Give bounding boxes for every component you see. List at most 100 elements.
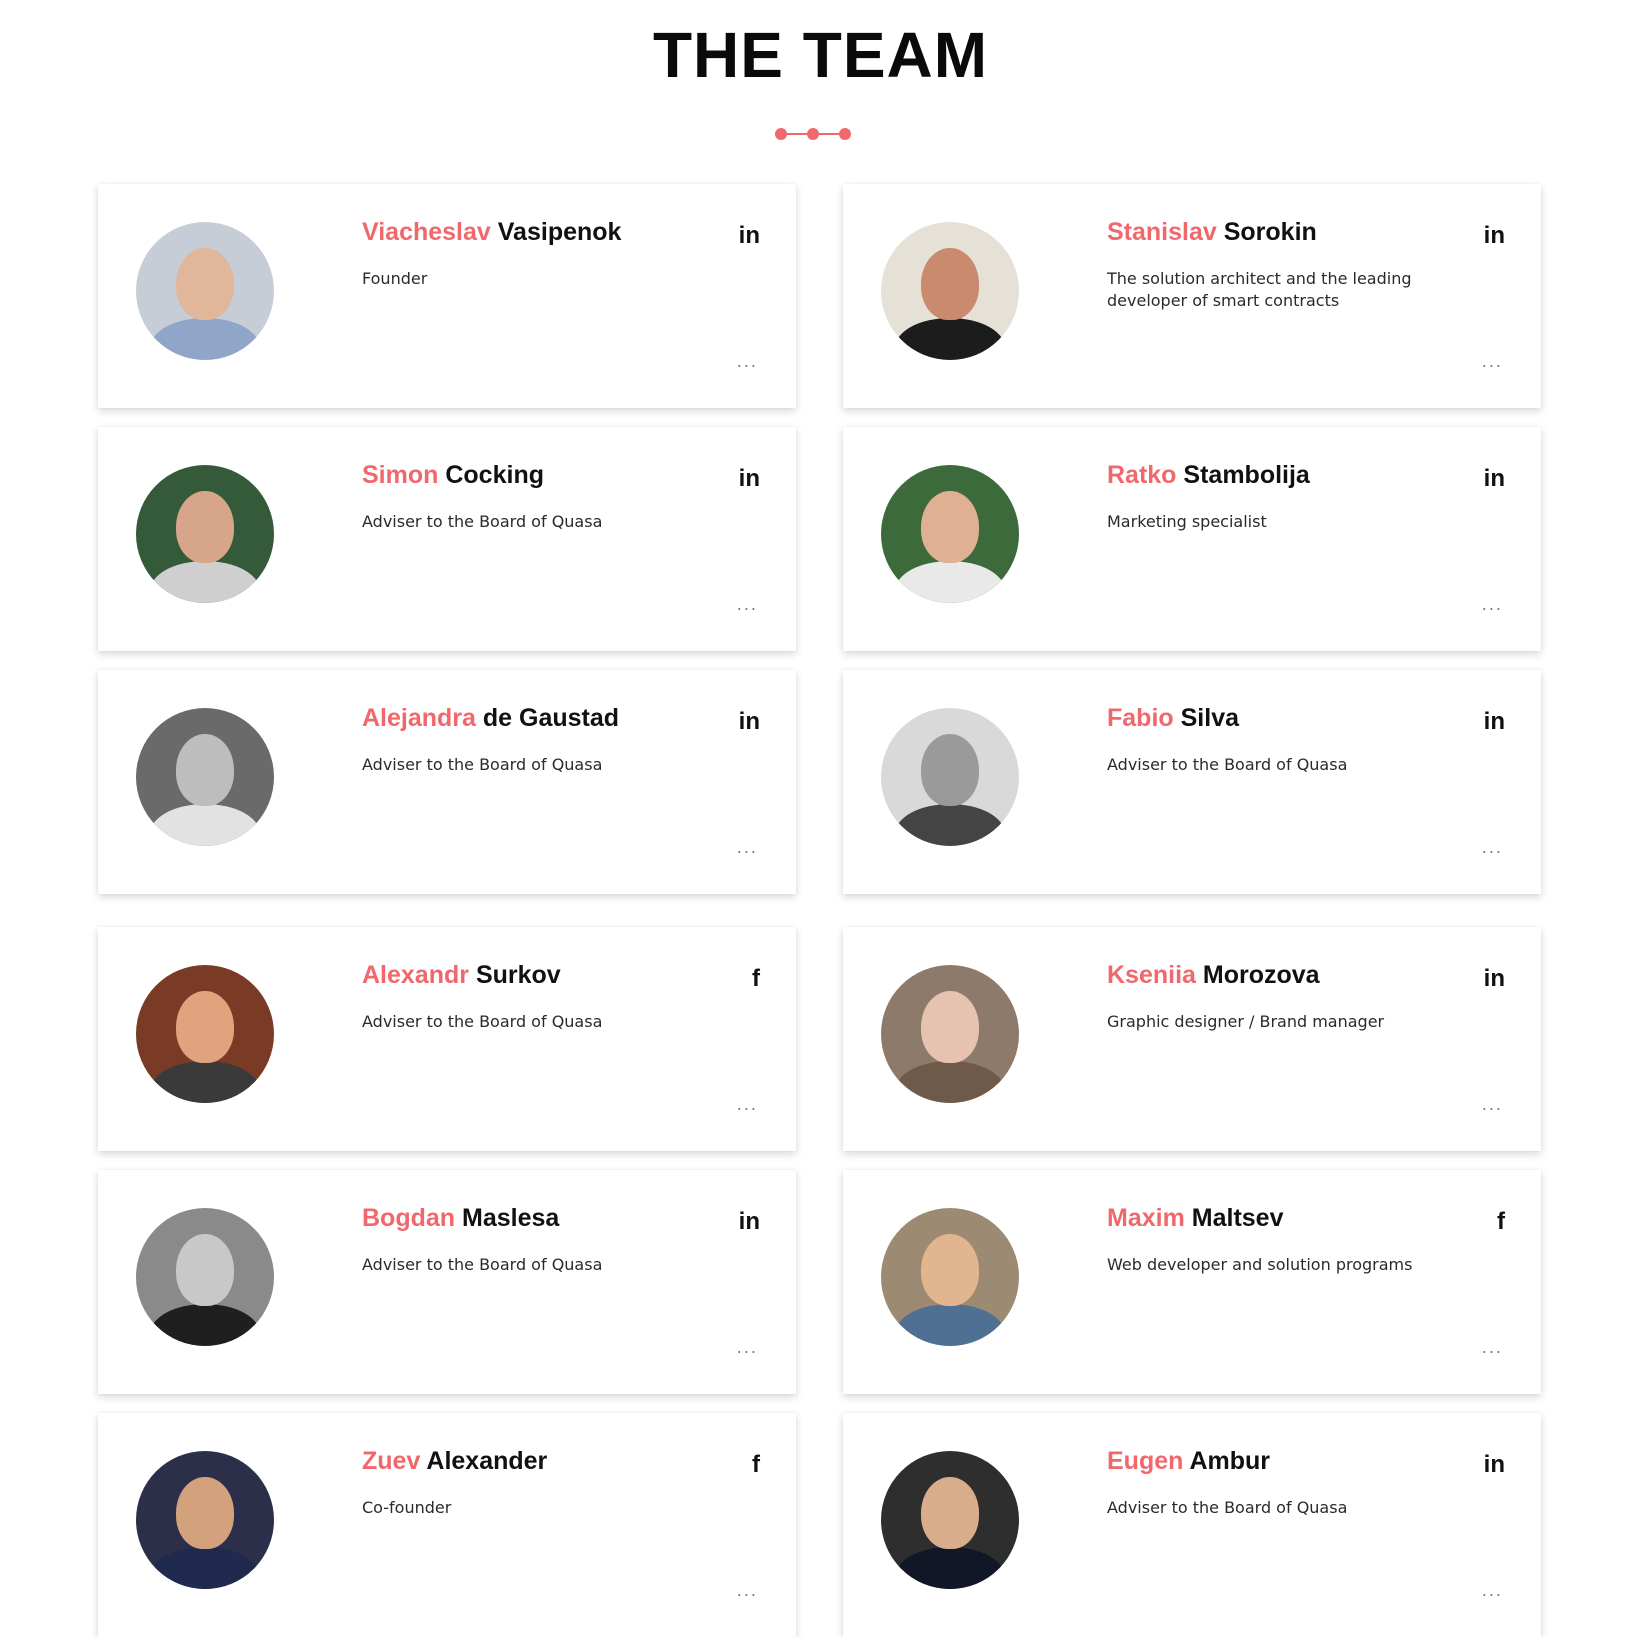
member-first-name: Zuev xyxy=(362,1447,421,1475)
member-first-name: Eugen xyxy=(1107,1447,1184,1475)
member-role: Founder xyxy=(362,269,428,288)
title-divider xyxy=(775,124,855,144)
more-options-icon[interactable]: ... xyxy=(737,1095,758,1114)
more-options-icon[interactable]: ... xyxy=(1482,1095,1503,1114)
more-options-icon[interactable]: ... xyxy=(737,595,758,614)
member-first-name: Kseniia xyxy=(1107,961,1196,989)
facebook-icon[interactable]: f xyxy=(1497,1208,1505,1236)
page-title: THE TEAM xyxy=(652,19,989,91)
photo-body xyxy=(895,1547,1005,1589)
member-first-name: Alejandra xyxy=(362,704,476,732)
facebook-icon[interactable]: f xyxy=(752,1451,760,1479)
more-options-icon[interactable]: ... xyxy=(1482,352,1503,371)
member-role: Co-founder xyxy=(362,1498,452,1517)
member-last-name: Silva xyxy=(1180,704,1239,732)
linkedin-icon[interactable]: in xyxy=(739,465,760,493)
linkedin-icon[interactable]: in xyxy=(739,708,760,736)
member-first-name: Viacheslav xyxy=(362,218,491,246)
member-role: The solution architect and the leading d… xyxy=(1107,269,1412,310)
team-card: Viacheslav Vasipenok Founder in ... xyxy=(98,184,796,408)
member-last-name: Stambolija xyxy=(1183,461,1310,489)
photo-face xyxy=(921,1234,979,1306)
photo-body xyxy=(150,804,260,846)
member-last-name: Cocking xyxy=(445,461,544,489)
team-card: Alexandr Surkov Adviser to the Board of … xyxy=(98,927,796,1151)
member-last-name: Morozova xyxy=(1202,961,1320,989)
team-card: Eugen Ambur Adviser to the Board of Quas… xyxy=(843,1413,1541,1637)
member-name: Eugen Ambur xyxy=(1107,1447,1270,1476)
member-photo xyxy=(136,1208,274,1346)
member-name: Stanislav Sorokin xyxy=(1107,218,1317,247)
linkedin-icon[interactable]: in xyxy=(739,1208,760,1236)
team-card: Fabio Silva Adviser to the Board of Quas… xyxy=(843,670,1541,894)
photo-body xyxy=(895,1304,1005,1346)
more-options-icon[interactable]: ... xyxy=(737,1338,758,1357)
photo-body xyxy=(895,1061,1005,1103)
team-card: Kseniia Morozova Graphic designer / Bran… xyxy=(843,927,1541,1151)
photo-body xyxy=(895,318,1005,360)
team-card: Maxim Maltsev Web developer and solution… xyxy=(843,1170,1541,1394)
photo-body xyxy=(895,561,1005,603)
more-options-icon[interactable]: ... xyxy=(1482,838,1503,857)
more-options-icon[interactable]: ... xyxy=(1482,1581,1503,1600)
member-photo xyxy=(136,965,274,1103)
member-last-name: Surkov xyxy=(475,961,561,989)
member-photo xyxy=(136,465,274,603)
photo-face xyxy=(921,1477,979,1549)
divider-dot xyxy=(807,128,819,140)
member-name: Kseniia Morozova xyxy=(1107,961,1320,990)
member-role: Adviser to the Board of Quasa xyxy=(362,512,603,531)
team-card: Stanislav Sorokin The solution architect… xyxy=(843,184,1541,408)
member-first-name: Alexandr xyxy=(362,961,469,989)
member-name: Zuev Alexander xyxy=(362,1447,547,1476)
member-last-name: Maltsev xyxy=(1191,1204,1284,1232)
member-photo xyxy=(881,1208,1019,1346)
member-first-name: Ratko xyxy=(1107,461,1177,489)
photo-body xyxy=(150,318,260,360)
photo-face xyxy=(176,1477,234,1549)
more-options-icon[interactable]: ... xyxy=(1482,595,1503,614)
member-photo xyxy=(881,222,1019,360)
photo-body xyxy=(150,561,260,603)
photo-face xyxy=(921,734,979,806)
member-role: Adviser to the Board of Quasa xyxy=(1107,755,1348,774)
linkedin-icon[interactable]: in xyxy=(739,222,760,250)
member-first-name: Simon xyxy=(362,461,439,489)
linkedin-icon[interactable]: in xyxy=(1484,708,1505,736)
member-last-name: Vasipenok xyxy=(497,218,622,246)
photo-face xyxy=(921,991,979,1063)
more-options-icon[interactable]: ... xyxy=(737,838,758,857)
photo-face xyxy=(921,491,979,563)
member-name: Bogdan Maslesa xyxy=(362,1204,559,1233)
linkedin-icon[interactable]: in xyxy=(1484,965,1505,993)
photo-body xyxy=(895,804,1005,846)
facebook-icon[interactable]: f xyxy=(752,965,760,993)
team-card: Bogdan Maslesa Adviser to the Board of Q… xyxy=(98,1170,796,1394)
member-last-name: Sorokin xyxy=(1223,218,1317,246)
more-options-icon[interactable]: ... xyxy=(737,352,758,371)
member-name: Maxim Maltsev xyxy=(1107,1204,1283,1233)
linkedin-icon[interactable]: in xyxy=(1484,1451,1505,1479)
team-card: Simon Cocking Adviser to the Board of Qu… xyxy=(98,427,796,651)
team-page: THE TEAM Viacheslav Vasipenok Founder in… xyxy=(0,0,1641,1637)
member-photo xyxy=(881,1451,1019,1589)
photo-face xyxy=(176,248,234,320)
member-name: Simon Cocking xyxy=(362,461,544,490)
member-name: Viacheslav Vasipenok xyxy=(362,218,621,247)
member-role: Graphic designer / Brand manager xyxy=(1107,1012,1385,1031)
member-name: Ratko Stambolija xyxy=(1107,461,1310,490)
team-card: Zuev Alexander Co-founder f ... xyxy=(98,1413,796,1637)
photo-body xyxy=(150,1304,260,1346)
member-role: Web developer and solution programs xyxy=(1107,1255,1413,1274)
photo-face xyxy=(176,734,234,806)
photo-face xyxy=(921,248,979,320)
linkedin-icon[interactable]: in xyxy=(1484,222,1505,250)
photo-face xyxy=(176,991,234,1063)
member-last-name: Alexander xyxy=(426,1447,548,1475)
photo-body xyxy=(150,1061,260,1103)
member-role: Marketing specialist xyxy=(1107,512,1267,531)
more-options-icon[interactable]: ... xyxy=(1482,1338,1503,1357)
linkedin-icon[interactable]: in xyxy=(1484,465,1505,493)
divider-dot xyxy=(775,128,787,140)
more-options-icon[interactable]: ... xyxy=(737,1581,758,1600)
